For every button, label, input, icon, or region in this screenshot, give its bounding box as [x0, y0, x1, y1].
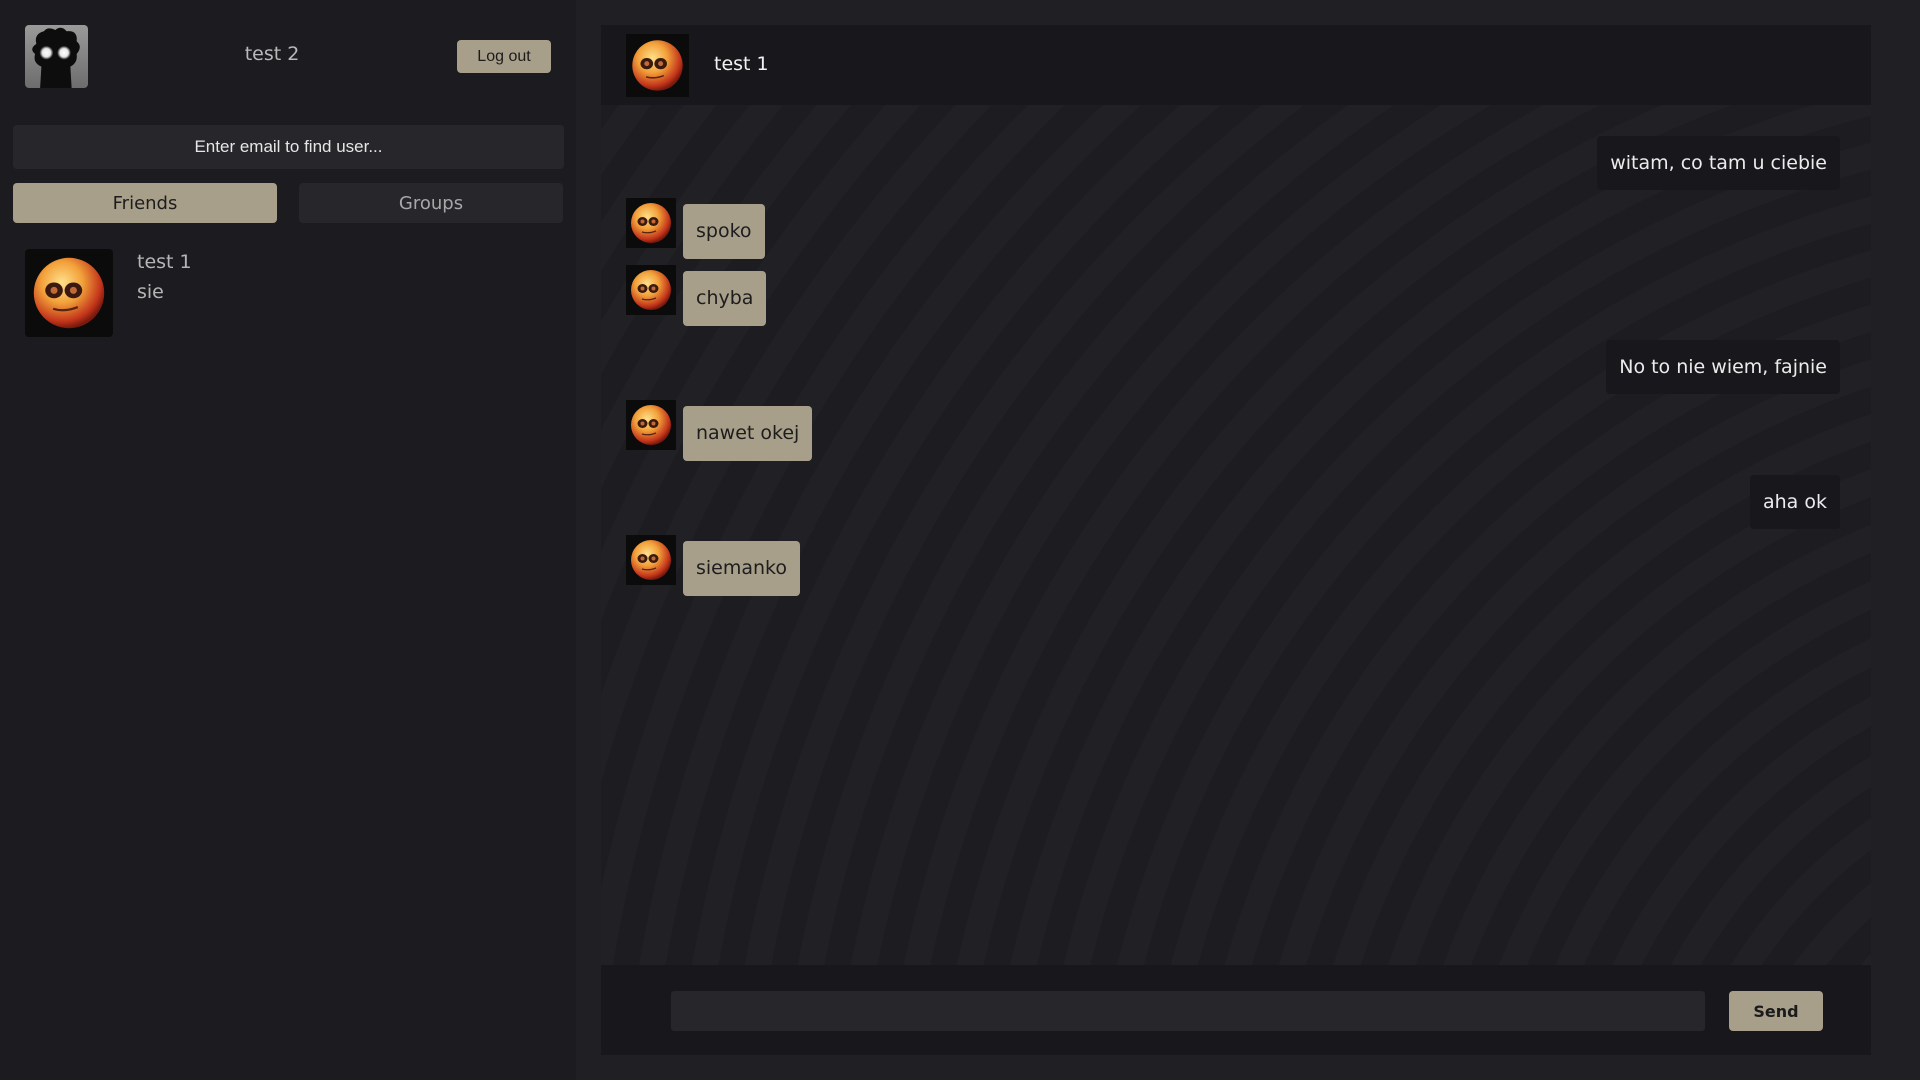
smiley-ball-avatar-icon: [626, 400, 676, 450]
message-composer: Send: [601, 965, 1871, 1055]
chat-header: test 1: [601, 25, 1871, 105]
smiley-ball-avatar-icon: [626, 198, 676, 248]
friend-last-message: sie: [137, 281, 164, 303]
message-list[interactable]: witam, co tam u ciebie spoko chyba No to…: [601, 105, 1871, 965]
incoming-message: siemanko: [683, 541, 801, 596]
smiley-ball-avatar-icon: [626, 535, 676, 585]
message-avatar: [626, 265, 676, 315]
incoming-message: chyba: [683, 271, 767, 326]
tab-groups[interactable]: Groups: [299, 183, 563, 223]
message-avatar: [626, 535, 676, 585]
chat-title: test 1: [714, 53, 769, 75]
logout-button[interactable]: Log out: [457, 40, 551, 73]
smiley-ball-avatar-icon: [626, 265, 676, 315]
friend-list-item[interactable]: test 1 sie: [13, 243, 564, 343]
incoming-message: spoko: [683, 204, 765, 259]
message-avatar: [626, 400, 676, 450]
incoming-message: nawet okej: [683, 406, 813, 461]
outgoing-message: witam, co tam u ciebie: [1597, 136, 1840, 190]
tab-friends[interactable]: Friends: [13, 183, 277, 223]
chat-app: test 2 Log out Friends Groups test 1 sie…: [0, 0, 1920, 1080]
friend-name: test 1: [137, 251, 192, 273]
message-avatar: [626, 198, 676, 248]
message-input[interactable]: [671, 991, 1705, 1031]
smiley-ball-avatar-icon: [25, 249, 113, 337]
outgoing-message: No to nie wiem, fajnie: [1606, 340, 1840, 394]
chat-panel: test 1 witam, co tam u ciebie spoko chyb…: [576, 0, 1920, 1080]
user-search-input[interactable]: [13, 125, 564, 169]
current-user-name: test 2: [244, 43, 300, 65]
friend-avatar: [25, 249, 113, 337]
sidebar: test 2 Log out Friends Groups test 1 sie: [0, 0, 576, 1080]
chat-partner-avatar: [626, 34, 689, 97]
send-button[interactable]: Send: [1729, 991, 1823, 1031]
smiley-ball-avatar-icon: [626, 34, 689, 97]
shadow-figure-avatar-icon: [25, 25, 88, 88]
outgoing-message: aha ok: [1750, 475, 1840, 529]
current-user-avatar[interactable]: [25, 25, 88, 88]
